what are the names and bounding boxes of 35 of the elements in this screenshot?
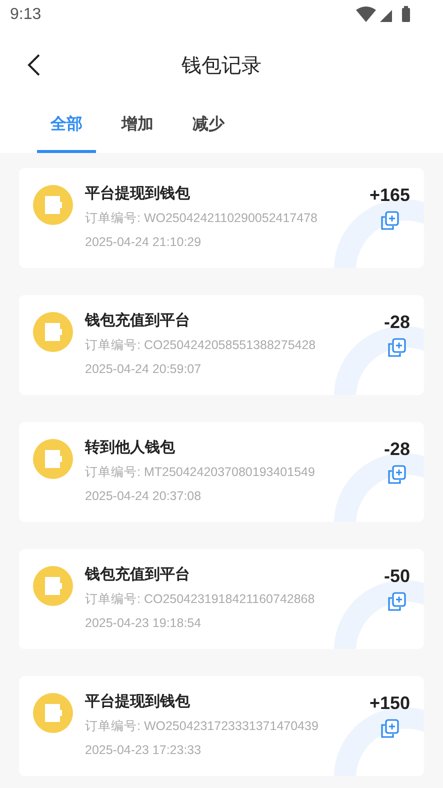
order-number: 订单编号: CO2504231918421160742868: [85, 591, 316, 608]
filter-tab[interactable]: 减少: [179, 100, 238, 153]
record-card[interactable]: 钱包充值到平台 订单编号: CO2504231918421160742868 2025-04-23 19:18:54 -50: [19, 549, 424, 649]
record-card[interactable]: 转到他人钱包 订单编号: MT2504242037080193401549 2025-04-24 20:37:08 -28: [19, 422, 424, 522]
amount: -28: [384, 312, 410, 333]
record-time: 2025-04-24 20:37:08: [85, 488, 202, 505]
record-card[interactable]: 平台提现到钱包 订单编号: WO2504231723331371470439 2025-04-23 17:23:33 +150: [19, 676, 424, 776]
record-card[interactable]: 平台提现到钱包 订单编号: WO2504242110290052417478 2025-04-24 21:10:29 +165: [19, 168, 424, 268]
record-time: 2025-04-24 20:59:07: [85, 361, 202, 378]
wallet-icon: [33, 566, 73, 606]
back-icon[interactable]: [27, 53, 41, 77]
page-title: 钱包记录: [182, 52, 262, 78]
amount: +150: [369, 693, 410, 714]
status-time: 9:13: [10, 6, 42, 24]
amount: -28: [384, 439, 410, 460]
copy-icon[interactable]: [386, 464, 407, 484]
wallet-icon: [33, 312, 73, 352]
copy-icon[interactable]: [386, 337, 407, 357]
copy-icon[interactable]: [386, 591, 407, 611]
order-number: 订单编号: WO2504231723331371470439: [85, 718, 320, 735]
order-number: 订单编号: CO2504242058551388275428: [85, 337, 317, 354]
filter-tab[interactable]: 增加: [108, 100, 167, 153]
record-time: 2025-04-23 19:18:54: [85, 615, 202, 632]
copy-icon[interactable]: [380, 718, 400, 738]
record-card[interactable]: 钱包充值到平台 订单编号: CO2504242058551388275428 2025-04-24 20:59:07 -28: [19, 295, 424, 395]
wallet-icon: [33, 185, 73, 225]
amount: +165: [369, 185, 410, 206]
copy-icon[interactable]: [380, 210, 400, 230]
wallet-icon: [33, 439, 73, 479]
amount: -50: [384, 566, 410, 587]
order-number: 订单编号: MT2504242037080193401549: [85, 464, 316, 481]
record-time: 2025-04-23 17:23:33: [85, 742, 202, 759]
record-time: 2025-04-24 21:10:29: [85, 234, 202, 251]
wallet-icon: [33, 693, 73, 733]
order-number: 订单编号: WO2504242110290052417478: [85, 210, 318, 227]
